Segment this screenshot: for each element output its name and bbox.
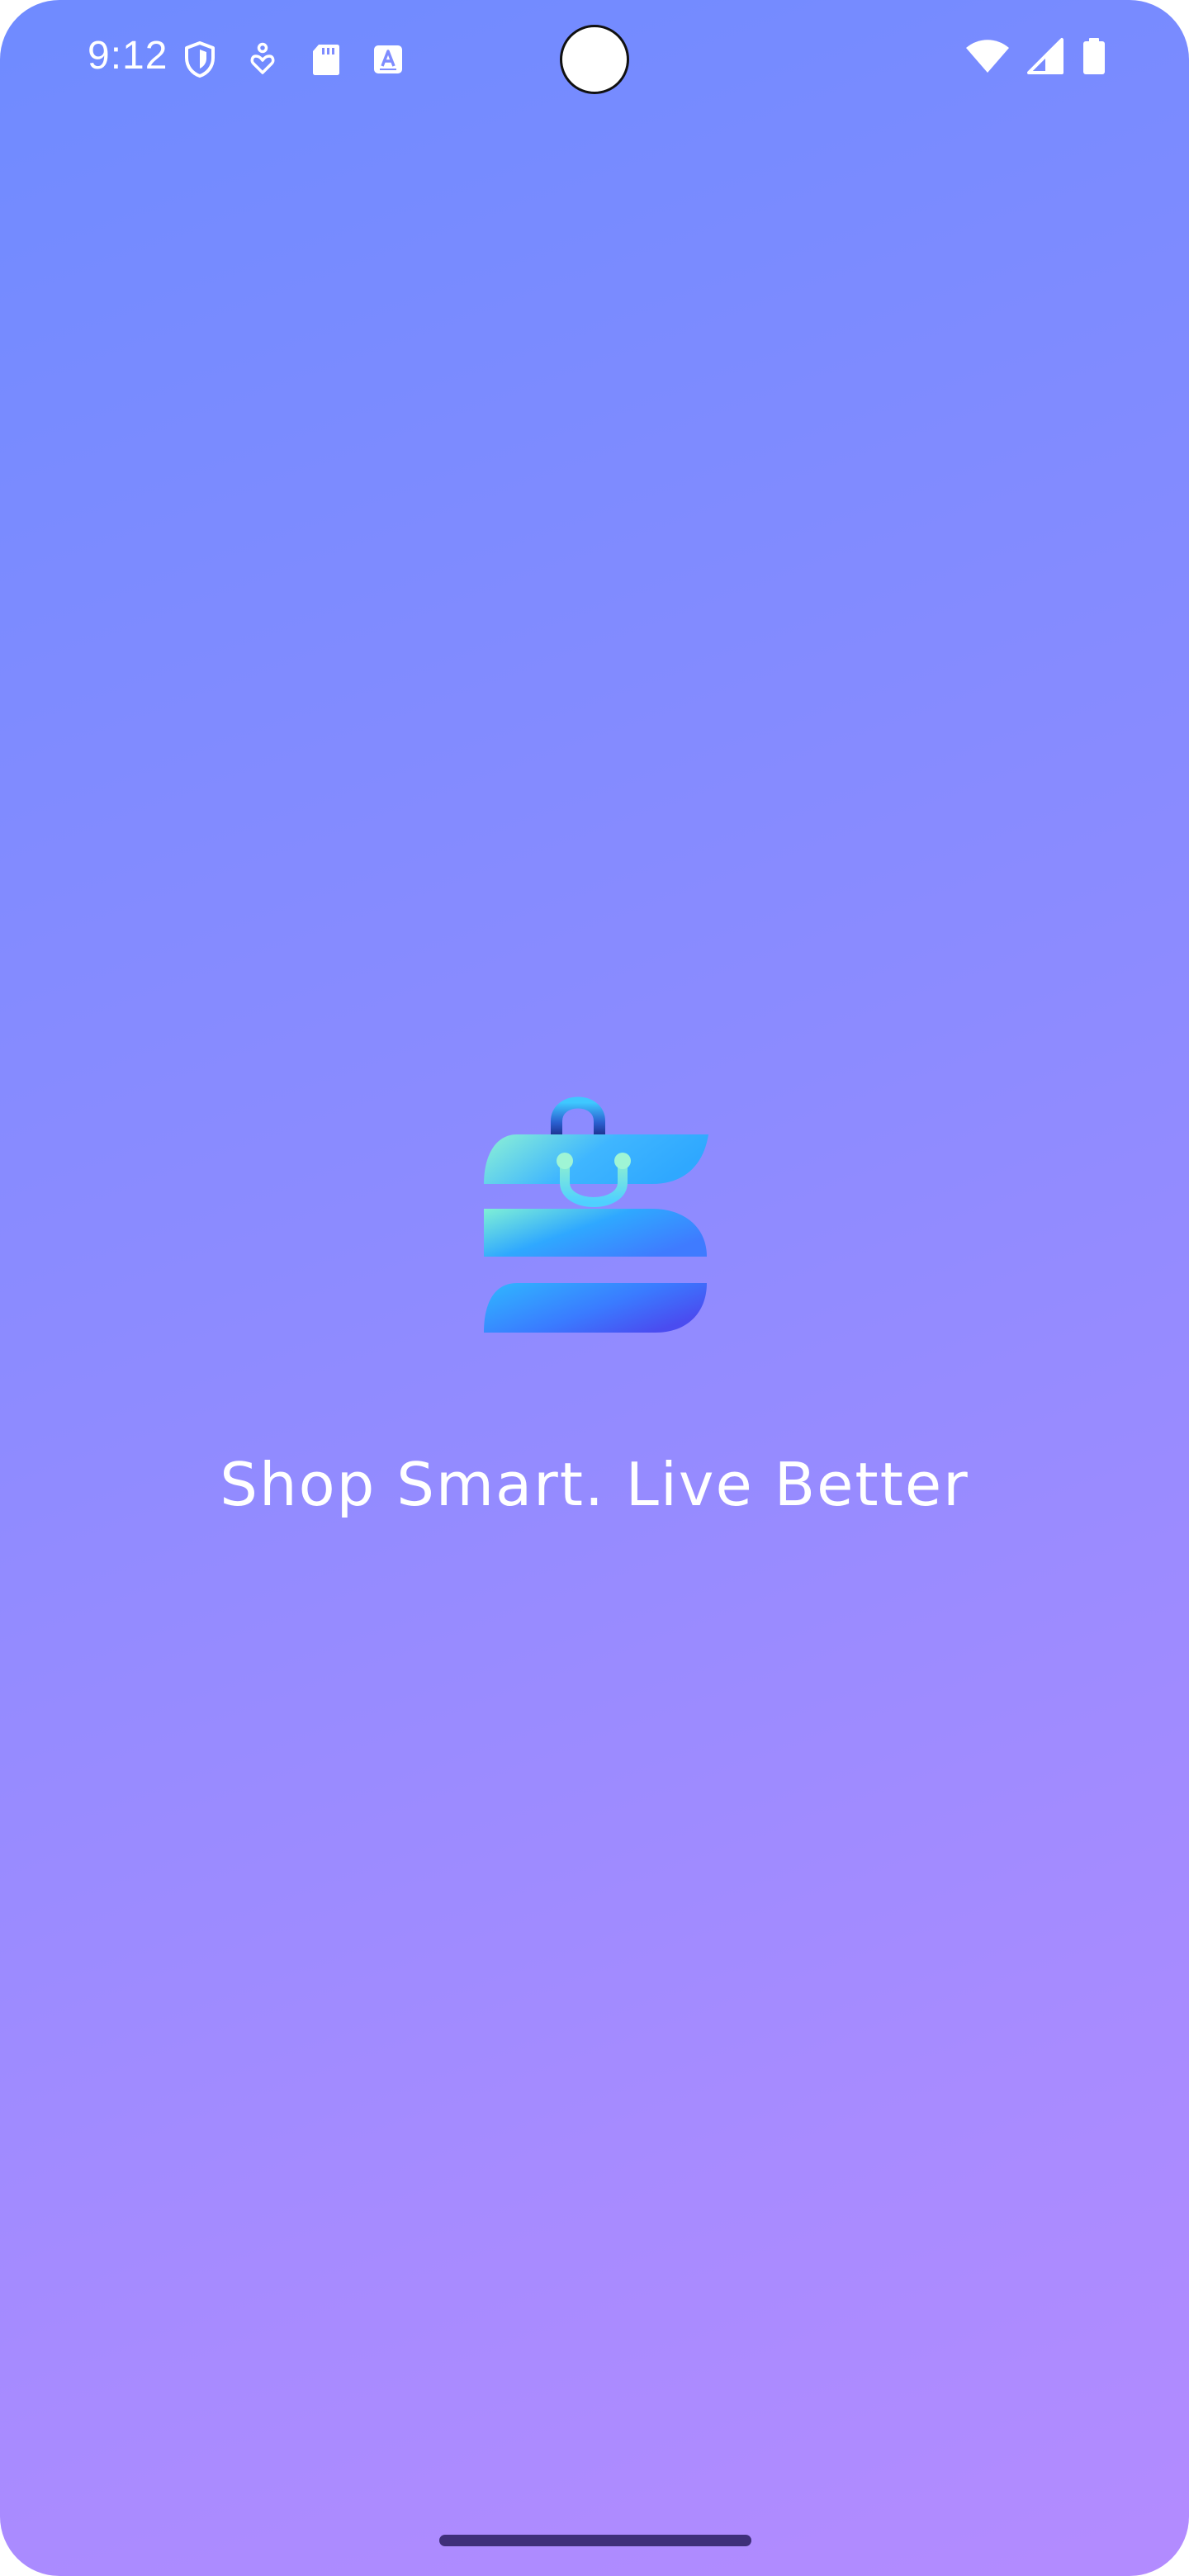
splash-screen: 9:12 Shop Smart. Live Better <box>0 0 1189 2576</box>
home-gesture-handle[interactable] <box>439 2535 751 2546</box>
wifi-icon <box>966 40 1009 73</box>
status-right-icons <box>964 36 1106 76</box>
cellular-signal-icon <box>1027 38 1063 74</box>
battery-icon <box>1083 38 1105 74</box>
tagline: Shop Smart. Live Better <box>220 1450 969 1519</box>
front-camera-cutout <box>560 25 629 94</box>
status-left-icons <box>180 36 408 83</box>
status-bar: 9:12 <box>0 0 1189 119</box>
shield-icon <box>185 41 215 78</box>
status-time: 9:12 <box>88 34 168 78</box>
shopping-bag-logo <box>484 1096 708 1333</box>
sd-card-icon <box>313 45 339 75</box>
font-icon <box>374 45 402 73</box>
accessibility-icon <box>250 42 275 74</box>
